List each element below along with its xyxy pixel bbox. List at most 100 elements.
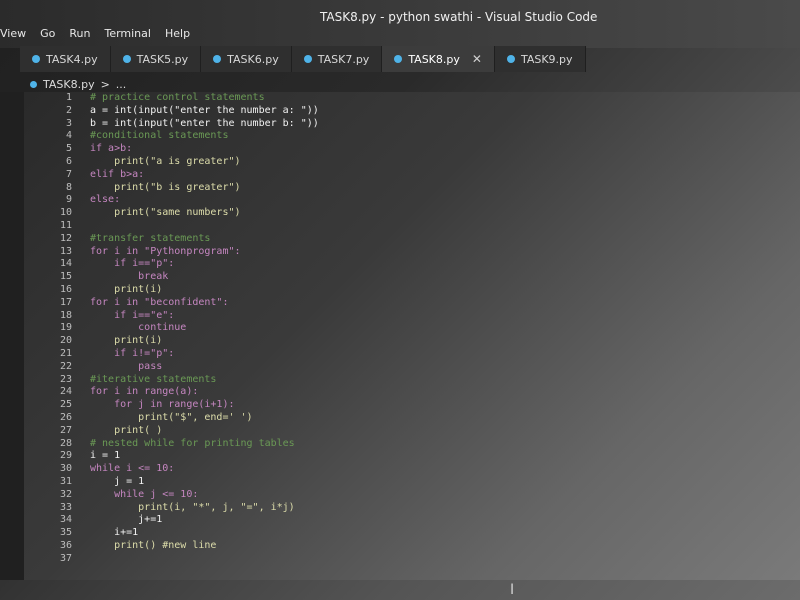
code-line[interactable]: if a>b: [90,143,800,156]
code-line[interactable]: i = 1 [90,450,800,463]
line-number: 28 [59,437,72,449]
tab-task6[interactable]: TASK6.py [201,46,292,72]
code-line[interactable]: if i=="e": [90,310,800,323]
python-file-icon [303,55,312,63]
code-line[interactable]: for i in "Pythonprogram": [90,246,800,259]
menu-terminal[interactable]: Terminal [104,27,151,40]
line-number: 32 [59,488,72,500]
breadcrumb-file[interactable]: TASK8.py [43,78,95,91]
code-line[interactable]: print("a is greater") [90,156,800,169]
code-editor[interactable]: 1 2 3 4 5 6 7 8 9 10 11 12 13 14 15 16 1… [24,92,800,580]
tab-label: TASK7.py [317,52,370,66]
python-file-icon [506,55,515,63]
code-line[interactable] [90,553,800,566]
line-number: 11 [59,219,72,231]
line-number: 24 [59,386,72,398]
line-number: 18 [59,309,72,321]
menu-run[interactable]: Run [69,27,90,40]
line-number: 12 [59,232,72,244]
line-number: 31 [59,475,72,487]
code-line[interactable]: else: [90,194,800,207]
vscode-window: View Go Run Terminal Help TASK8.py - pyt… [0,0,800,600]
code-line[interactable]: j+=1 [90,514,800,527]
code-content[interactable]: # practice control statements a = int(in… [90,92,800,565]
tab-label: TASK4.py [46,52,98,66]
breadcrumb-ellipsis[interactable]: ... [116,78,127,91]
code-line[interactable]: continue [90,322,800,335]
tab-task9[interactable]: TASK9.py [494,46,586,72]
line-number: 37 [59,552,72,564]
line-number: 14 [59,258,72,270]
code-line[interactable]: if i!="p": [90,348,800,361]
code-line[interactable]: i+=1 [90,527,800,540]
tab-label: TASK5.py [136,52,189,66]
code-line[interactable]: pass [90,361,800,374]
tab-task7[interactable]: TASK7.py [291,46,383,72]
breadcrumb-separator: > [100,77,110,91]
menu-help[interactable]: Help [165,27,190,40]
code-line[interactable]: print(i, "*", j, "=", i*j) [90,502,800,515]
code-line[interactable]: #transfer statements [90,233,800,246]
code-line[interactable]: # practice control statements [90,92,800,105]
line-number: 3 [65,117,72,129]
code-line[interactable]: b = int(input("enter the number b: ")) [90,118,800,131]
python-file-icon [213,55,222,63]
line-number: 15 [59,271,72,283]
python-file-icon [122,55,131,63]
menu-go[interactable]: Go [40,27,55,40]
code-line[interactable]: while i <= 10: [90,463,800,476]
code-line[interactable]: break [90,271,800,284]
line-number: 25 [59,399,72,411]
code-line[interactable]: a = int(input("enter the number a: ")) [90,105,800,118]
code-line[interactable]: j = 1 [90,476,800,489]
tab-task4[interactable]: TASK4.py [20,46,111,72]
code-line[interactable]: print() #new line [90,540,800,553]
line-number: 8 [65,181,72,193]
code-line[interactable]: if i=="p": [90,258,800,271]
code-line[interactable]: elif b>a: [90,169,800,182]
code-line[interactable]: while j <= 10: [90,489,800,502]
code-line[interactable]: print("b is greater") [90,182,800,195]
line-number: 36 [59,539,72,551]
window-title: TASK8.py - python swathi - Visual Studio… [320,10,598,24]
line-number: 2 [65,104,72,116]
tab-task5[interactable]: TASK5.py [110,46,202,72]
code-line[interactable] [90,220,800,233]
line-number: 17 [59,296,72,308]
line-number: 21 [59,347,72,359]
tab-label: TASK8.py [408,52,460,66]
code-line[interactable]: # nested while for printing tables [90,438,800,451]
code-line[interactable]: print(i) [90,335,800,348]
menu-bar: View Go Run Terminal Help [0,27,190,40]
code-line[interactable]: print("$", end=' ') [90,412,800,425]
tab-task8[interactable]: TASK8.py ✕ [382,46,495,72]
code-line[interactable]: for i in range(a): [90,386,800,399]
line-number: 34 [59,514,72,526]
code-line[interactable]: #conditional statements [90,130,800,143]
code-line[interactable]: print("same numbers") [90,207,800,220]
code-line[interactable]: #iterative statements [90,374,800,387]
editor-tabs: TASK4.py TASK5.py TASK6.py TASK7.py TASK… [20,44,586,72]
line-number: 1 [65,92,72,103]
line-number: 23 [59,373,72,385]
line-number: 6 [65,155,72,167]
code-line[interactable]: for j in range(i+1): [90,399,800,412]
line-number: 10 [59,207,72,219]
close-icon[interactable]: ✕ [472,52,482,66]
menu-view[interactable]: View [0,27,26,40]
code-line[interactable]: for i in "beconfident": [90,297,800,310]
line-number: 27 [59,424,72,436]
line-number: 22 [59,360,72,372]
line-number: 33 [59,501,72,513]
code-line[interactable]: print( ) [90,425,800,438]
python-file-icon [394,55,403,63]
line-number: 16 [59,283,72,295]
title-bar: View Go Run Terminal Help TASK8.py - pyt… [0,0,800,48]
line-number: 13 [59,245,72,257]
line-number-gutter: 1 2 3 4 5 6 7 8 9 10 11 12 13 14 15 16 1… [24,92,80,580]
line-number: 35 [59,527,72,539]
line-number: 5 [65,143,72,155]
code-line[interactable]: print(i) [90,284,800,297]
ibeam-cursor-icon: I [510,582,515,598]
tab-label: TASK9.py [520,52,573,66]
